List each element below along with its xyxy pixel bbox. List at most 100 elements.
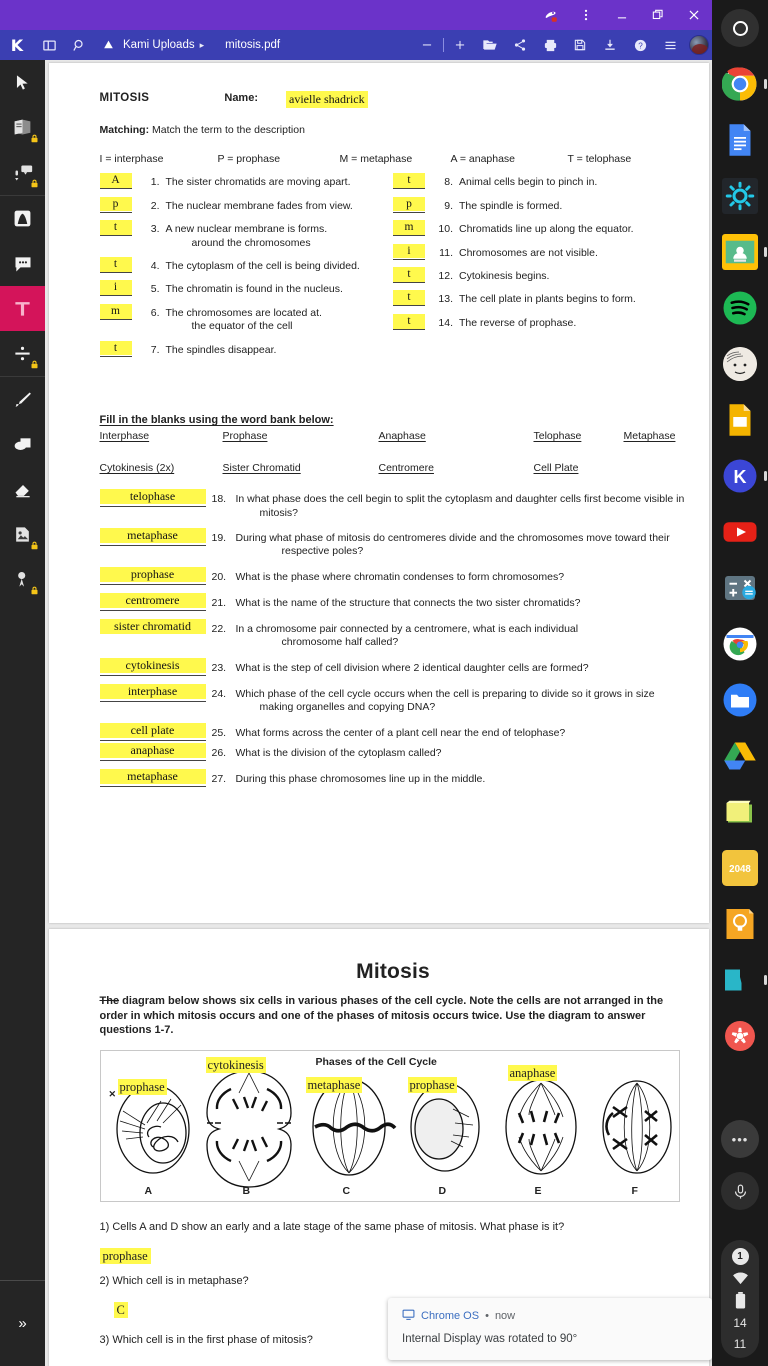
launcher-button[interactable] bbox=[712, 0, 768, 56]
eraser-tool[interactable] bbox=[0, 467, 45, 512]
answer-blank[interactable]: t bbox=[99, 220, 132, 237]
answer-blank[interactable]: metaphase bbox=[99, 528, 206, 546]
rail-expand-button[interactable]: » bbox=[0, 1280, 45, 1366]
open-folder-button[interactable] bbox=[475, 30, 505, 60]
annotation-anaphase-e[interactable]: anaphase bbox=[507, 1064, 558, 1081]
answer-blank[interactable]: m bbox=[393, 220, 425, 237]
annotation-cytokinesis-b[interactable]: cytokinesis bbox=[205, 1056, 266, 1073]
answer-blank[interactable]: prophase bbox=[99, 566, 206, 585]
answer-blank[interactable]: centromere bbox=[99, 592, 206, 611]
page-title: MITOSIS bbox=[99, 92, 150, 104]
sticky-notes-app-icon[interactable] bbox=[712, 784, 768, 840]
answer-blank[interactable]: i bbox=[393, 243, 425, 260]
zoom-out-button[interactable] bbox=[412, 30, 442, 60]
annotation-prophase-d[interactable]: prophase bbox=[407, 1076, 457, 1093]
chrome-app-icon[interactable] bbox=[712, 56, 768, 112]
answer-blank[interactable]: interphase bbox=[99, 683, 206, 702]
answer-blank[interactable]: p bbox=[393, 196, 425, 213]
answer-blank[interactable]: t bbox=[393, 173, 425, 190]
shapes-tool[interactable] bbox=[0, 422, 45, 467]
answer-blank[interactable]: t bbox=[99, 256, 132, 273]
google-docs-app-icon[interactable] bbox=[712, 112, 768, 168]
shelf-overflow-button[interactable]: ••• bbox=[721, 1120, 759, 1158]
comment-tool[interactable] bbox=[0, 241, 45, 286]
menu-button[interactable] bbox=[655, 30, 685, 60]
item-number: 14. bbox=[438, 316, 453, 329]
kami-extension-icon[interactable] bbox=[532, 0, 568, 30]
key-prophase: P = prophase bbox=[217, 152, 281, 165]
question-line: Which phase of the cell cycle occurs whe… bbox=[235, 687, 655, 700]
2048-game-app-icon[interactable]: 2048 bbox=[712, 840, 768, 896]
annotation-prophase-a[interactable]: prophase bbox=[117, 1078, 167, 1095]
matching-instruction: Matching: Match the term to the descript… bbox=[100, 124, 687, 137]
brightness-app-icon[interactable] bbox=[712, 168, 768, 224]
answer-blank[interactable]: sister chromatid bbox=[99, 618, 206, 637]
page2-answer-2[interactable]: C bbox=[113, 1302, 128, 1319]
svg-text:K: K bbox=[734, 467, 747, 487]
answer-blank[interactable]: t bbox=[393, 313, 425, 330]
dictionary-tool[interactable] bbox=[0, 105, 45, 150]
calculator-app-icon[interactable] bbox=[712, 560, 768, 616]
kami-logo[interactable]: K bbox=[0, 36, 34, 55]
spotify-app-icon[interactable] bbox=[712, 280, 768, 336]
user-avatar-app-icon[interactable] bbox=[712, 336, 768, 392]
matching-item: t 7. The spindles disappear. bbox=[99, 340, 394, 357]
notification-toast[interactable]: Chrome OS • now Internal Display was rot… bbox=[388, 1298, 712, 1360]
answer-blank[interactable]: t bbox=[393, 290, 425, 307]
student-name-annotation[interactable]: avielle shadrick bbox=[286, 91, 368, 109]
google-keep-app-icon[interactable] bbox=[712, 896, 768, 952]
save-button[interactable] bbox=[565, 30, 595, 60]
voice-comment-tool[interactable] bbox=[0, 150, 45, 195]
answer-blank[interactable]: cytokinesis bbox=[99, 657, 206, 676]
chrome-menu-icon[interactable] bbox=[568, 0, 604, 30]
answer-blank[interactable]: i bbox=[99, 280, 132, 297]
assistant-mic-button[interactable] bbox=[721, 1172, 759, 1210]
document-viewport[interactable]: MITOSIS Name: avielle shadrick Matching:… bbox=[45, 60, 712, 1366]
image-tool[interactable] bbox=[0, 512, 45, 557]
answer-blank[interactable]: t bbox=[99, 340, 132, 357]
answer-annotation: anaphase bbox=[99, 742, 206, 758]
answer-blank[interactable]: m bbox=[99, 303, 132, 320]
signature-tool[interactable] bbox=[0, 196, 45, 241]
minimize-button[interactable] bbox=[604, 0, 640, 30]
google-classroom-app-icon[interactable] bbox=[712, 224, 768, 280]
split-view-icon[interactable] bbox=[34, 30, 64, 60]
screencastify-app-icon[interactable] bbox=[712, 952, 768, 1008]
drawing-pin-tool[interactable] bbox=[0, 557, 45, 602]
kami-app-icon[interactable]: K bbox=[712, 448, 768, 504]
scratch-icon bbox=[725, 1021, 755, 1051]
close-button[interactable] bbox=[676, 0, 712, 30]
print-button[interactable] bbox=[535, 30, 565, 60]
item-number: 4. bbox=[150, 259, 160, 272]
youtube-app-icon[interactable] bbox=[712, 504, 768, 560]
annotation-metaphase-c[interactable]: metaphase bbox=[305, 1076, 363, 1093]
answer-blank[interactable]: metaphase bbox=[99, 768, 206, 787]
markup-pen-tool[interactable] bbox=[0, 377, 45, 422]
system-status-tray[interactable]: 1 14 11 bbox=[721, 1240, 759, 1358]
scratch-app-icon[interactable] bbox=[712, 1008, 768, 1064]
share-button[interactable] bbox=[505, 30, 535, 60]
account-avatar[interactable] bbox=[689, 35, 709, 55]
select-tool[interactable] bbox=[0, 60, 45, 105]
answer-blank[interactable]: A bbox=[99, 173, 132, 190]
text-tool[interactable] bbox=[0, 286, 45, 331]
page2-answer-1[interactable]: prophase bbox=[99, 1247, 151, 1264]
chrome-web-store-app-icon[interactable] bbox=[712, 616, 768, 672]
files-app-icon[interactable] bbox=[712, 672, 768, 728]
answer-blank[interactable]: cell plate bbox=[99, 722, 206, 741]
answer-blank[interactable]: anaphase bbox=[99, 742, 206, 761]
maximize-button[interactable] bbox=[640, 0, 676, 30]
answer-blank[interactable]: t bbox=[393, 266, 425, 283]
answer-blank[interactable]: telophase bbox=[99, 489, 206, 508]
google-slides-app-icon[interactable] bbox=[712, 392, 768, 448]
breadcrumb-root[interactable]: Kami Uploads bbox=[123, 39, 195, 51]
matching-item: m 6. The chromosomes are located at. the… bbox=[99, 303, 394, 334]
overflow-dots-icon: ••• bbox=[731, 1131, 749, 1147]
zoom-in-button[interactable] bbox=[445, 30, 475, 60]
answer-blank[interactable]: p bbox=[99, 196, 132, 213]
help-button[interactable]: ? bbox=[625, 30, 655, 60]
search-icon[interactable] bbox=[64, 30, 94, 60]
google-drive-app-icon[interactable] bbox=[712, 728, 768, 784]
equation-tool[interactable] bbox=[0, 331, 45, 376]
download-button[interactable] bbox=[595, 30, 625, 60]
